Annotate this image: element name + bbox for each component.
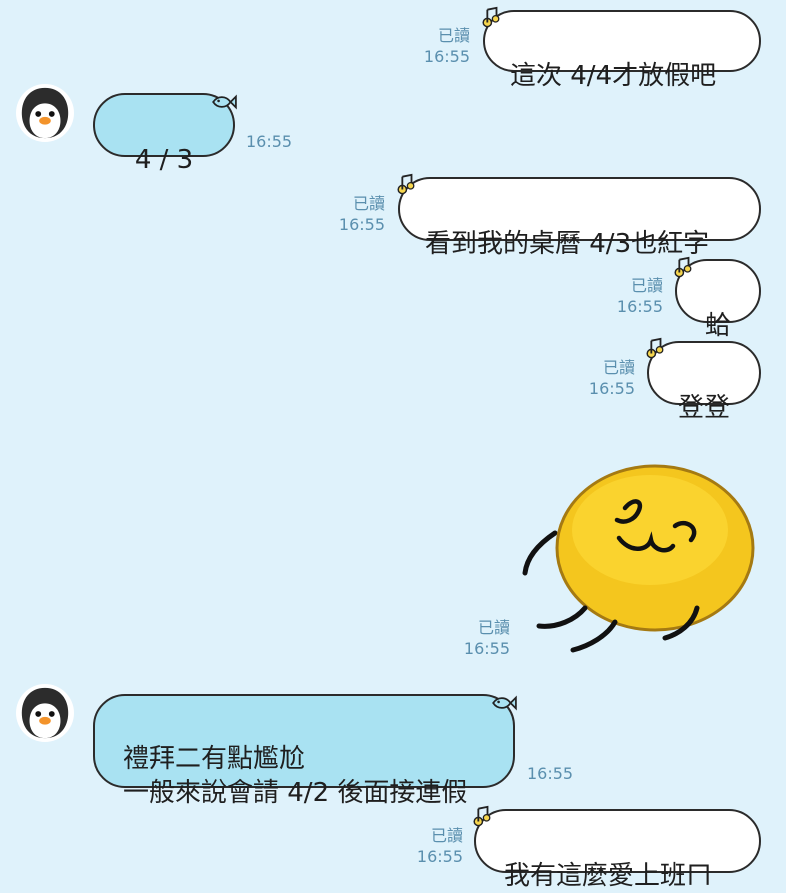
music-note-icon [644,337,666,359]
read-status: 已讀 [437,26,470,45]
message-meta: 已讀 16:55 [403,825,463,867]
penguin-avatar[interactable] [16,84,74,142]
message-time: 16:55 [246,132,293,151]
message-time: 16:55 [527,764,574,783]
music-note-icon [672,256,694,278]
message-time: 16:55 [338,215,385,234]
message-text: 我有這麼愛上班ㄇ [504,861,713,891]
message-bubble[interactable]: 這次 4/4才放假吧 [483,10,761,91]
message-meta: 16:55 [527,763,587,784]
message-bubble[interactable]: 禮拜二有點尷尬 一般來說會請 4/2 後面接連假 [93,694,515,808]
chat-area[interactable]: 已讀 16:55 這次 4/4才放假吧 4 / 3 16:55 已讀 16:55… [0,0,786,891]
message-text: 登登 [677,393,730,423]
read-status: 已讀 [477,618,510,637]
yellow-blob-sticker[interactable] [515,458,765,658]
read-status: 已讀 [352,194,385,213]
message-time: 16:55 [423,47,470,66]
message-time: 16:55 [416,847,463,866]
read-status: 已讀 [430,826,463,845]
message-bubble[interactable]: 我有這麼愛上班ㄇ [474,809,761,891]
message-text: 4 / 3 [134,145,194,175]
message-meta: 已讀 16:55 [325,193,385,235]
read-status: 已讀 [602,358,635,377]
read-status: 已讀 [630,276,663,295]
music-note-icon [471,805,493,827]
message-meta: 已讀 16:55 [575,357,635,399]
message-time: 16:55 [616,297,663,316]
fish-icon [211,93,237,111]
fish-icon [491,694,517,712]
message-text: 蛤 [704,311,731,341]
message-meta: 已讀 16:55 [410,25,470,67]
music-note-icon [480,6,502,28]
penguin-avatar[interactable] [16,684,74,742]
message-meta: 已讀 16:55 [603,275,663,317]
message-text: 禮拜二有點尷尬 一般來說會請 4/2 後面接連假 [123,744,468,808]
music-note-icon [395,173,417,195]
message-meta: 已讀 16:55 [450,617,510,659]
message-text: 這次 4/4才放假吧 [510,61,717,91]
message-meta: 16:55 [246,131,306,152]
message-bubble[interactable]: 看到我的桌曆 4/3也紅字 [398,177,761,259]
message-text: 看到我的桌曆 4/3也紅字 [425,229,710,259]
message-time: 16:55 [588,379,635,398]
message-time: 16:55 [463,639,510,658]
